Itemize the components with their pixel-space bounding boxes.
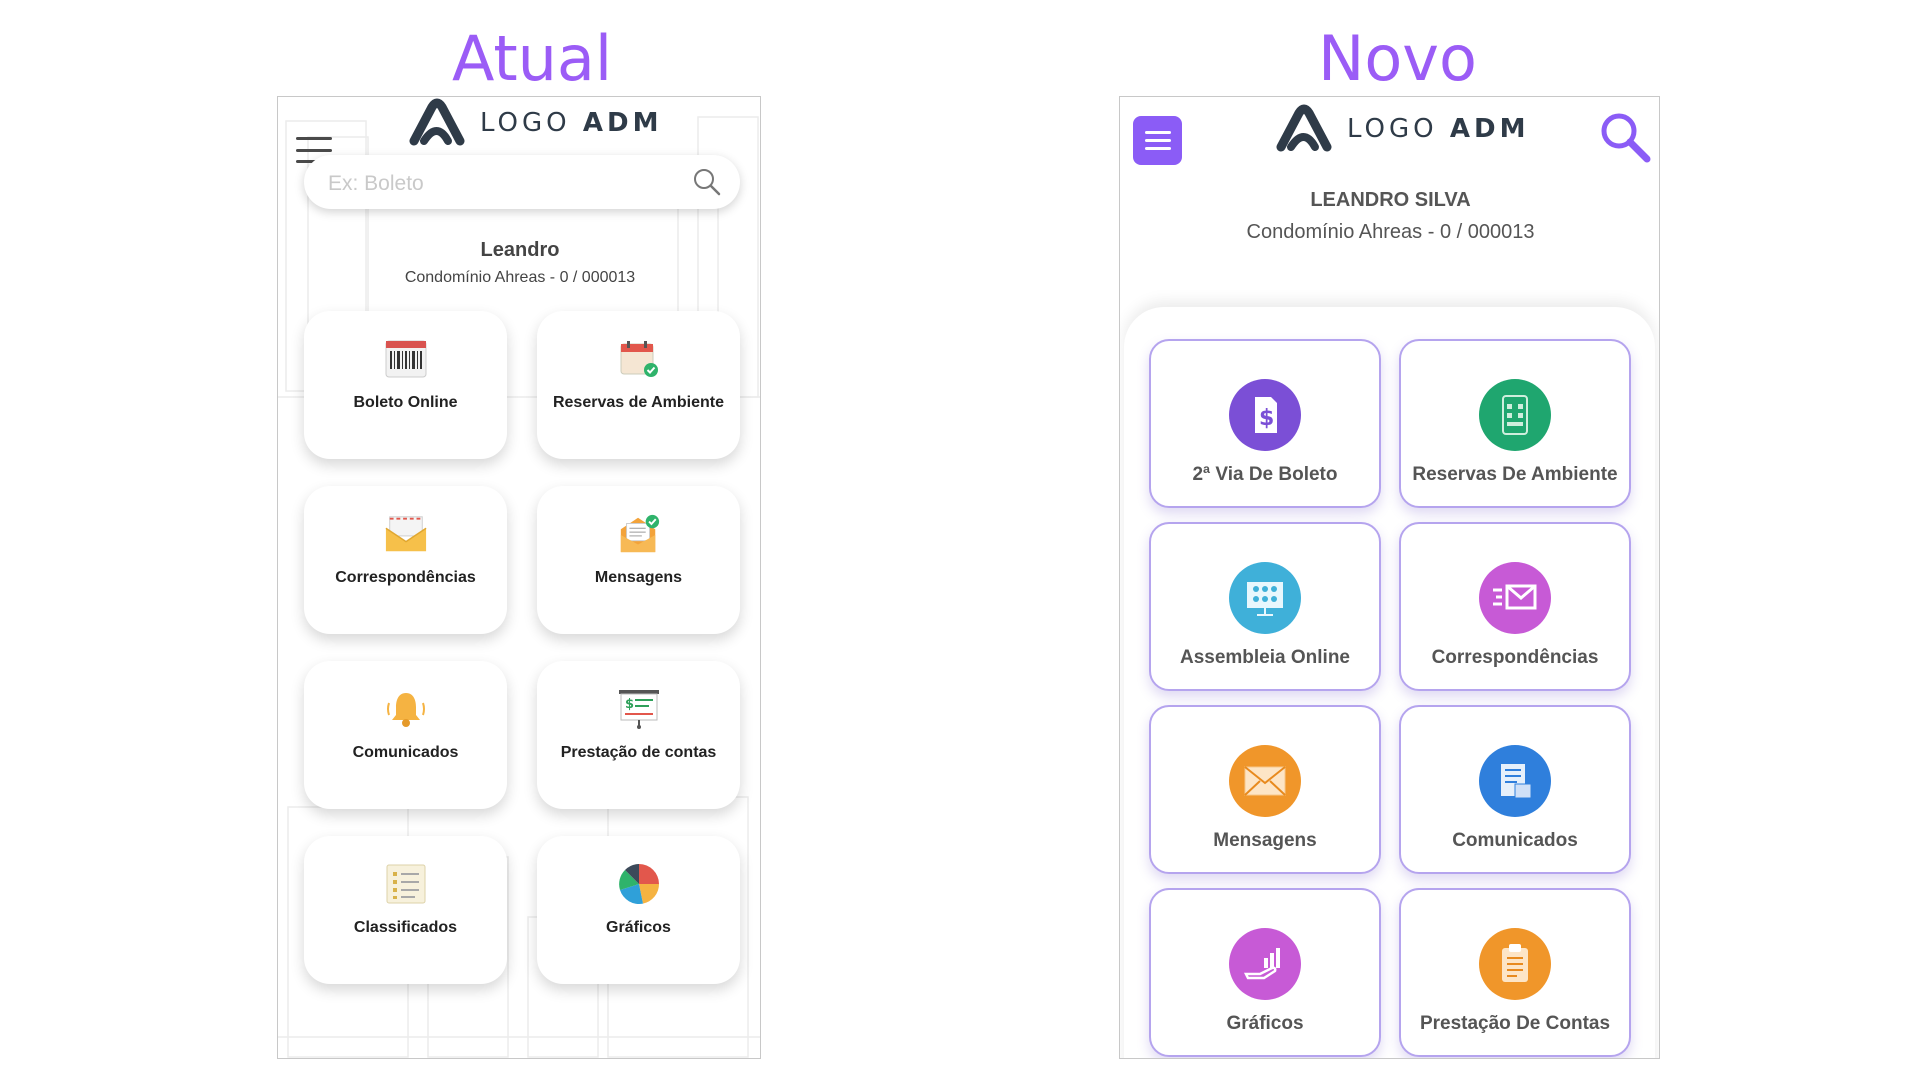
logo-text-bold: ADM (582, 108, 663, 138)
mail-check-icon (617, 512, 661, 556)
card-label: Reservas De Ambiente (1412, 464, 1618, 485)
growth-hand-icon (1229, 928, 1301, 1000)
card-comunicados[interactable]: Comunicados (1399, 705, 1631, 874)
card-comunicados[interactable]: Comunicados (304, 661, 507, 809)
card-label: Comunicados (1452, 830, 1578, 851)
calendar-check-icon (617, 337, 661, 381)
card-label: Correspondências (1431, 647, 1599, 668)
logo-mark-icon (1276, 104, 1332, 152)
envelope-icon (384, 512, 428, 556)
logo-text-bold: ADM (1449, 114, 1530, 144)
card-classificados[interactable]: Classificados (304, 836, 507, 984)
bell-icon (384, 687, 428, 731)
logo-text-light: LOGO (480, 108, 583, 138)
card-label: Gráficos (1226, 1013, 1304, 1034)
invoice-dollar-icon: $ (1229, 379, 1301, 451)
logo: LOGO ADM (408, 97, 662, 149)
card-graficos[interactable]: Gráficos (1149, 888, 1381, 1057)
old-menu-grid: Boleto Online Reservas de Ambiente Corre… (304, 311, 744, 984)
card-correspondencias[interactable]: Correspondências (304, 486, 507, 634)
logo-mark-icon (409, 98, 465, 146)
title-novo: Novo (1318, 22, 1477, 95)
card-label: Prestação de contas (560, 744, 717, 761)
user-condo: Condomínio Ahreas - 0 / 000013 (404, 269, 636, 286)
card-graficos[interactable]: Gráficos (537, 836, 740, 984)
search-icon[interactable] (1597, 109, 1653, 165)
building-phone-icon (1479, 379, 1551, 451)
card-label: Assembleia Online (1179, 647, 1350, 668)
user-name: Leandro (480, 239, 560, 261)
card-label: Gráficos (606, 919, 671, 936)
svg-text:$: $ (1259, 406, 1274, 431)
logo: LOGO ADM (1275, 103, 1529, 155)
svg-text:$: $ (625, 697, 634, 712)
card-boleto-online[interactable]: Boleto Online (304, 311, 507, 459)
card-prestacao-de-contas[interactable]: Prestação De Contas (1399, 888, 1631, 1057)
card-mensagens[interactable]: Mensagens (537, 486, 740, 634)
new-screen: LOGO ADM LEANDRO SILVA Condomínio Ahreas… (1119, 96, 1660, 1059)
clipboard-icon (1479, 928, 1551, 1000)
card-label: Mensagens (1213, 830, 1317, 851)
card-label: Boleto Online (353, 394, 458, 411)
card-label: 2ª Via De Boleto (1192, 464, 1338, 485)
search-placeholder: Ex: Boleto (328, 172, 424, 195)
card-label: Correspondências (335, 569, 476, 586)
card-label: Classificados (353, 919, 458, 936)
new-menu-grid: $ 2ª Via De Boleto Reservas De Ambiente (1149, 339, 1631, 1057)
title-atual: Atual (452, 22, 613, 95)
card-2a-via-de-boleto[interactable]: $ 2ª Via De Boleto (1149, 339, 1381, 508)
list-icon (384, 862, 428, 906)
user-condo: Condomínio Ahreas - 0 / 000013 (1246, 221, 1535, 243)
search-icon[interactable] (692, 167, 722, 197)
card-prestacao-de-contas[interactable]: $ Prestação de contas (537, 661, 740, 809)
user-name: LEANDRO SILVA (1310, 189, 1471, 211)
newspaper-icon (1479, 745, 1551, 817)
card-label: Prestação De Contas (1419, 1013, 1611, 1034)
pie-chart-icon (617, 862, 661, 906)
card-correspondencias[interactable]: Correspondências (1399, 522, 1631, 691)
open-envelope-icon (1229, 745, 1301, 817)
card-label: Comunicados (352, 744, 459, 761)
barcode-icon (384, 337, 428, 381)
fast-mail-icon (1479, 562, 1551, 634)
search-bar[interactable]: Ex: Boleto (304, 155, 740, 209)
logo-text-light: LOGO (1347, 114, 1450, 144)
meeting-screen-icon (1229, 562, 1301, 634)
card-label: Reservas de Ambiente (552, 394, 725, 411)
presentation-board-icon: $ (617, 687, 661, 731)
card-mensagens[interactable]: Mensagens (1149, 705, 1381, 874)
old-screen: LOGO ADM Ex: Boleto Leandro Condomínio A… (277, 96, 761, 1059)
card-reservas-de-ambiente[interactable]: Reservas De Ambiente (1399, 339, 1631, 508)
hamburger-menu-button[interactable] (1133, 116, 1182, 165)
card-label: Mensagens (594, 569, 683, 586)
card-reservas-de-ambiente[interactable]: Reservas de Ambiente (537, 311, 740, 459)
card-assembleia-online[interactable]: Assembleia Online (1149, 522, 1381, 691)
